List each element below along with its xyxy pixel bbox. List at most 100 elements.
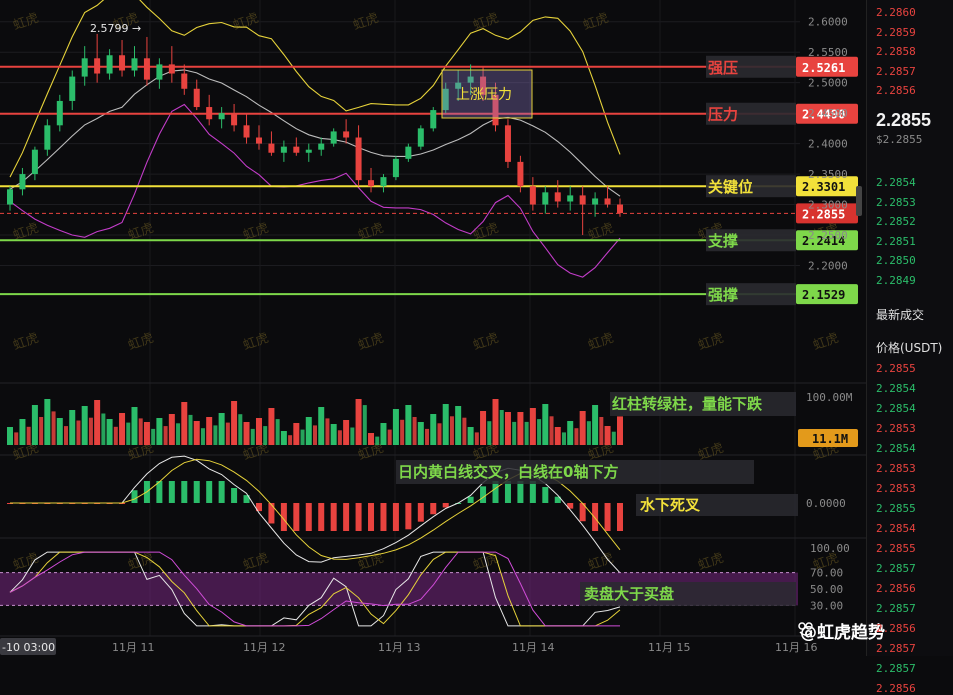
volume-bar: [280, 431, 287, 445]
volume-bar: [355, 399, 362, 445]
volume-bar: [337, 430, 342, 445]
volume-bar: [19, 419, 26, 445]
volume-bar: [300, 429, 305, 445]
volume-bar: [529, 408, 536, 445]
macd-histogram-bar: [529, 481, 536, 503]
macd-histogram-bar: [492, 481, 499, 503]
macd-histogram-bar: [156, 481, 163, 503]
volume-bar: [88, 417, 93, 445]
watermark-text: 虹虎: [231, 11, 261, 34]
level-name: 强撑: [708, 286, 738, 304]
candle-body: [181, 73, 188, 89]
candle-body: [592, 198, 599, 205]
osc-tick: 70.00: [810, 567, 843, 580]
candle-body: [604, 198, 611, 205]
watermark-text: 虹虎: [586, 551, 616, 574]
volume-bar: [243, 422, 250, 445]
resistance-box-label: 上涨压力: [456, 87, 512, 103]
volume-bar: [176, 423, 181, 445]
candle-body: [417, 128, 424, 147]
volume-bar: [392, 409, 399, 445]
candle-body: [243, 125, 250, 138]
time-tick: 11月 14: [512, 641, 555, 654]
watermark-text: 虹虎: [581, 11, 611, 34]
bid-price: 2.2854: [876, 176, 916, 189]
macd-histogram-bar: [417, 503, 424, 522]
watermark-text: 虹虎: [241, 331, 271, 354]
macd-histogram-bar: [617, 503, 623, 531]
price-tick: 2.3000: [808, 199, 848, 212]
volume-bar: [449, 416, 454, 445]
watermark-text: 虹虎: [696, 331, 726, 354]
volume-bar: [231, 401, 238, 445]
trade-price: 2.2857: [876, 602, 916, 615]
volume-bar: [213, 425, 218, 445]
volume-bar: [492, 399, 499, 445]
watermark-text: 虹虎: [696, 551, 726, 574]
trade-price: 2.2854: [876, 442, 916, 455]
watermark-text: 虹虎: [351, 11, 381, 34]
candle-body: [280, 146, 287, 153]
volume-bar: [467, 427, 474, 445]
volume-bar: [480, 411, 487, 445]
candle-body: [305, 149, 312, 153]
trade-price: 2.2855: [876, 362, 916, 375]
volume-bar: [430, 414, 437, 445]
volume-bar: [119, 413, 126, 445]
candle-body: [69, 76, 76, 101]
mid-price: 2.2855: [876, 110, 932, 130]
bid-price: 2.2850: [876, 254, 916, 267]
volume-bar: [554, 427, 561, 445]
volume-bar: [151, 428, 156, 445]
volume-bar: [263, 426, 268, 445]
candle-body: [255, 137, 262, 144]
volume-bar: [375, 436, 380, 445]
trading-chart[interactable]: 虹虎 虹虎 虹虎 虹虎 虹虎 虹虎虹虎 虹虎 虹虎 虹虎 虹虎 虹虎虹虎 虹虎 虹虎 虹虎 虹虎 虹虎 虹虎 虹虎…: [0, 0, 953, 656]
macd-tick: 0.0000: [806, 497, 846, 510]
time-axis: -10 03:00 11月 11 11月 12 11月 13 11月 14 11月 15 1…: [0, 637, 866, 656]
latest-trades-title[interactable]: 最新成交: [876, 306, 924, 323]
macd-histogram-bar: [218, 481, 225, 503]
volume-bar: [318, 407, 325, 445]
volume-bar: [437, 423, 442, 445]
macd-histogram-bar: [405, 503, 412, 530]
macd-note2: 水下死叉: [640, 496, 701, 514]
volume-bar: [7, 427, 13, 445]
candle-body: [106, 55, 113, 74]
orderbook-panel: [866, 0, 953, 656]
candle-body: [542, 192, 549, 205]
moving-average-lines: [9, 0, 621, 278]
macd-histogram-bar: [305, 503, 312, 531]
volume-bar: [188, 414, 193, 445]
volume-bar: [293, 423, 300, 445]
candle-body: [143, 58, 150, 80]
trade-price: 2.2857: [876, 662, 916, 675]
volume-bar: [255, 418, 262, 445]
brand-watermark: @虹虎趋势: [800, 623, 885, 643]
osc-tick: 30.00: [810, 599, 843, 612]
volume-bar: [425, 428, 430, 445]
level-name: 压力: [708, 106, 738, 124]
candle-body: [392, 158, 399, 178]
oscillator-panel: 卖盘大于买盘 100.00 70.00 50.00 30.00: [0, 542, 850, 627]
candle-body: [330, 131, 337, 144]
volume-bar: [617, 416, 623, 445]
volume-bar: [163, 426, 168, 445]
volume-bar: [561, 432, 566, 445]
volume-bar: [81, 406, 88, 445]
trade-price: 2.2855: [876, 542, 916, 555]
volume-bar: [51, 411, 56, 445]
candle-body: [318, 143, 325, 150]
volume-last-label: 11.1M: [812, 432, 848, 446]
volume-bar: [138, 418, 143, 445]
price-column-header: 价格(USDT): [876, 341, 943, 355]
candle-body: [268, 143, 275, 153]
watermark-text: 虹虎: [11, 11, 41, 34]
watermark-text: 虹虎: [586, 331, 616, 354]
macd-histogram-bar: [604, 503, 611, 531]
time-tick: 11月 11: [112, 641, 155, 654]
volume-bar: [462, 417, 467, 445]
trade-price: 2.2857: [876, 562, 916, 575]
candle-body: [168, 64, 175, 74]
macd-histogram-bar: [592, 503, 599, 531]
